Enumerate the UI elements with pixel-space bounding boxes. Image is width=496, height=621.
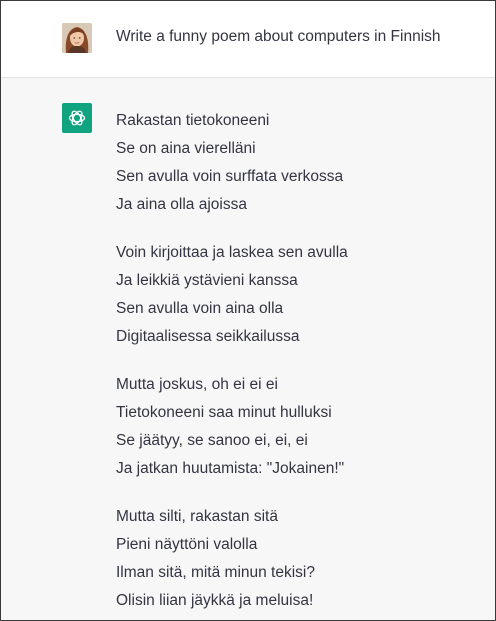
assistant-poem: Rakastan tietokoneeni Se on aina vierell…: [116, 107, 486, 620]
poem-line: Mutta silti, rakastan sitä: [116, 508, 278, 525]
chat-window: Write a funny poem about computers in Fi…: [0, 0, 496, 621]
poem-line: Mutta joskus, oh ei ei ei: [116, 376, 278, 393]
user-avatar: [62, 23, 92, 53]
poem-stanza-2: Voin kirjoittaa ja laskea sen avulla Ja …: [116, 239, 486, 351]
user-message-row: Write a funny poem about computers in Fi…: [1, 1, 495, 78]
poem-line: Ja leikkiä ystävieni kanssa: [116, 272, 298, 289]
poem-line: Ilman sitä, mitä minun tekisi?: [116, 564, 315, 581]
user-avatar-photo: [62, 23, 92, 53]
poem-line: Voin kirjoittaa ja laskea sen avulla: [116, 244, 348, 261]
poem-line: Rakastan tietokoneeni: [116, 112, 270, 129]
poem-line: Ja aina olla ajoissa: [116, 196, 247, 213]
poem-line: Digitaalisessa seikkailussa: [116, 328, 300, 345]
poem-line: Se on aina vierelläni: [116, 140, 256, 157]
openai-logo-glyph: [68, 110, 86, 126]
poem-stanza-3: Mutta joskus, oh ei ei ei Tietokoneeni s…: [116, 371, 486, 483]
poem-line: Ja jatkan huutamista: "Jokainen!": [116, 460, 345, 477]
poem-line: Sen avulla voin aina olla: [116, 300, 284, 317]
poem-stanza-4: Mutta silti, rakastan sitä Pieni näyttön…: [116, 503, 486, 615]
poem-line: Se jäätyy, se sanoo ei, ei, ei: [116, 432, 308, 449]
poem-stanza-1: Rakastan tietokoneeni Se on aina vierell…: [116, 107, 486, 219]
poem-line: Pieni näyttöni valolla: [116, 536, 258, 553]
poem-line: Olisin liian jäykkä ja meluisa!: [116, 592, 314, 609]
user-message-text: Write a funny poem about computers in Fi…: [116, 28, 441, 45]
openai-logo-icon: [62, 103, 92, 133]
poem-line: Sen avulla voin surffata verkossa: [116, 168, 344, 185]
poem-line: Tietokoneeni saa minut hulluksi: [116, 404, 332, 421]
